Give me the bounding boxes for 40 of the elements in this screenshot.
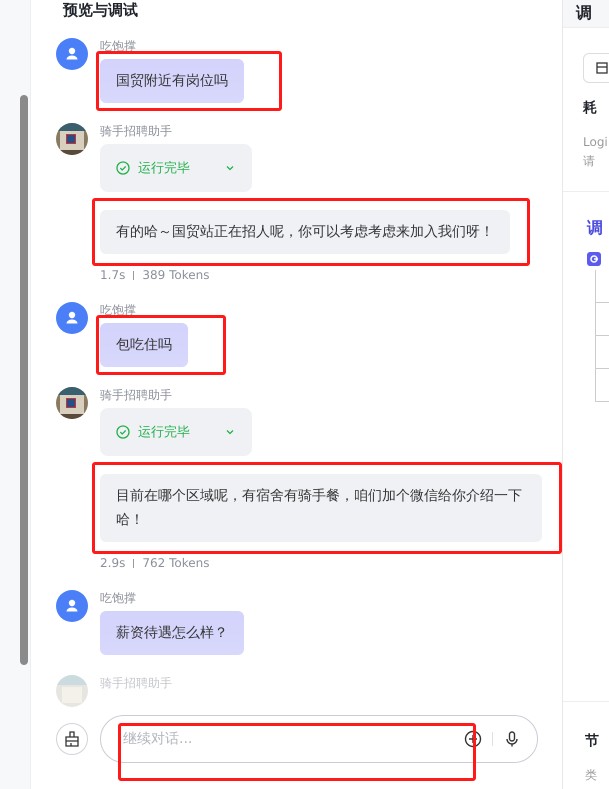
- sender-name: 骑手招聘助手: [100, 387, 172, 404]
- status-text: 运行完毕: [138, 160, 191, 177]
- user-avatar-icon: [56, 302, 88, 334]
- response-time: 2.9s: [100, 556, 126, 570]
- add-circle-icon[interactable]: [464, 730, 482, 748]
- message-bubble: 包吃住吗: [100, 323, 188, 367]
- sender-name: 吃饱撑: [100, 38, 136, 55]
- sender-name: 吃饱撑: [100, 590, 136, 607]
- message-bubble: 目前在哪个区域呢，有宿舍有骑手餐，咱们加个微信给你介绍一下哈！: [100, 474, 542, 542]
- chat-input-box[interactable]: 继续对话...: [100, 715, 538, 763]
- section-label: 耗: [583, 99, 598, 117]
- panel-title: 调: [574, 2, 593, 24]
- sender-name: 骑手招聘助手: [100, 675, 172, 692]
- panel-title: 预览与调试: [63, 1, 138, 19]
- user-avatar-icon: [56, 38, 88, 70]
- scrollbar-thumb[interactable]: [20, 95, 28, 665]
- sender-name: 骑手招聘助手: [100, 123, 172, 140]
- message-bubble: 有的哈～国贸站正在招人呢，你可以考虑考虑来加入我们呀！: [100, 210, 510, 254]
- check-circle-icon: [116, 425, 130, 439]
- token-count: 389 Tokens: [142, 268, 210, 282]
- clear-chat-button[interactable]: [56, 723, 88, 755]
- message-bubble: 薪资待遇怎么样？: [100, 611, 244, 655]
- grid-icon: [596, 62, 608, 74]
- section-label: 节: [585, 732, 600, 750]
- run-status-panel[interactable]: 运行完毕: [100, 408, 252, 456]
- run-status-panel[interactable]: 运行完毕: [100, 144, 252, 192]
- log-label: Logi: [583, 134, 609, 151]
- response-time: 1.7s: [100, 268, 126, 282]
- user-avatar-icon: [56, 590, 88, 622]
- check-circle-icon: [116, 161, 130, 175]
- chat-input-field[interactable]: 继续对话...: [121, 730, 454, 748]
- broom-icon: [63, 730, 81, 748]
- token-count: 762 Tokens: [142, 556, 210, 570]
- message-bubble: 国贸附近有岗位吗: [100, 59, 244, 103]
- type-label: 类: [585, 767, 598, 784]
- sender-name: 吃饱撑: [100, 302, 136, 319]
- request-label: 请: [583, 153, 596, 170]
- status-text: 运行完毕: [138, 424, 191, 441]
- debug-tab[interactable]: 调: [587, 218, 609, 239]
- node-icon: [587, 252, 601, 266]
